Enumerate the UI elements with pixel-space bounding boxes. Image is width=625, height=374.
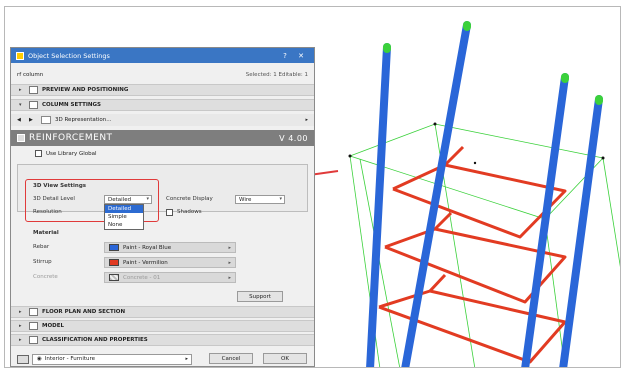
chevron-right-icon: ▸ bbox=[19, 323, 22, 329]
section-column-settings[interactable]: ▾ COLUMN SETTINGS bbox=[11, 99, 314, 111]
concrete-material-value: Concrete - 01 bbox=[123, 274, 161, 281]
eye-icon: ◉ bbox=[37, 356, 42, 362]
resolution-label: Resolution bbox=[33, 209, 62, 215]
page-selector[interactable]: 3D Representation... bbox=[55, 117, 305, 123]
chevron-right-icon: ▸ bbox=[228, 259, 231, 266]
3d-detail-level-label: 3D Detail Level bbox=[33, 196, 75, 202]
model-icon bbox=[29, 322, 38, 330]
layer-stack-icon bbox=[17, 354, 29, 364]
chevron-down-icon: ▾ bbox=[146, 196, 149, 202]
dialog-titlebar: Object Selection Settings ? ✕ bbox=[11, 48, 314, 63]
chevron-right-icon: ▸ bbox=[185, 356, 188, 362]
rebar-swatch bbox=[109, 244, 119, 251]
selected-status: Selected: 1 Editable: 1 bbox=[245, 72, 308, 78]
concrete-display-label: Concrete Display bbox=[166, 196, 213, 202]
dialog-title: Object Selection Settings bbox=[28, 51, 110, 60]
section-label: MODEL bbox=[42, 323, 64, 329]
screenshot-frame: Object Selection Settings ? ✕ rf column … bbox=[4, 6, 621, 368]
rebar-material-value: Paint - Royal Blue bbox=[123, 244, 172, 251]
3d-detail-level-dropdown[interactable]: Detailed ▾ bbox=[104, 195, 152, 204]
3d-detail-level-value: Detailed bbox=[108, 196, 132, 203]
gdl-header: REINFORCEMENT V 4.00 bbox=[11, 130, 314, 146]
use-library-global-row: Use Library Global bbox=[11, 149, 314, 158]
column-icon bbox=[29, 101, 38, 109]
concrete-swatch bbox=[109, 274, 119, 281]
floor-plan-icon bbox=[29, 308, 38, 316]
section-classification-properties[interactable]: ▸ CLASSIFICATION AND PROPERTIES bbox=[11, 334, 314, 346]
section-label: PREVIEW AND POSITIONING bbox=[42, 87, 129, 93]
layer-value: Interior - Furniture bbox=[44, 356, 96, 362]
section-model[interactable]: ▸ MODEL bbox=[11, 320, 314, 332]
section-floor-plan-section[interactable]: ▸ FLOOR PLAN AND SECTION bbox=[11, 306, 314, 318]
chevron-right-icon: ▸ bbox=[19, 87, 22, 93]
concrete-display-value: Wire bbox=[239, 196, 252, 203]
concrete-material-button[interactable]: Concrete - 01 ▸ bbox=[104, 272, 236, 283]
help-button[interactable]: ? bbox=[277, 52, 293, 60]
material-header: Material bbox=[33, 230, 59, 236]
support-button[interactable]: Support bbox=[237, 291, 283, 302]
option-none[interactable]: None bbox=[105, 221, 143, 229]
stirrup-material-value: Paint - Vermilion bbox=[123, 259, 168, 266]
use-library-global-label: Use Library Global bbox=[46, 150, 97, 157]
shadows-checkbox[interactable] bbox=[166, 209, 173, 216]
gdl-version: V 4.00 bbox=[279, 133, 308, 143]
rebar-material-button[interactable]: Paint - Royal Blue ▸ bbox=[104, 242, 236, 253]
concrete-display-dropdown[interactable]: Wire ▾ bbox=[235, 195, 285, 204]
section-preview-positioning[interactable]: ▸ PREVIEW AND POSITIONING bbox=[11, 84, 314, 96]
option-detailed[interactable]: Detailed bbox=[105, 205, 143, 213]
section-label: FLOOR PLAN AND SECTION bbox=[42, 309, 126, 315]
object-selection-settings-dialog: Object Selection Settings ? ✕ rf column … bbox=[10, 47, 315, 367]
chevron-right-icon: ▸ bbox=[228, 274, 231, 281]
chevron-right-icon: ▸ bbox=[19, 337, 22, 343]
use-library-global-checkbox[interactable] bbox=[35, 150, 42, 157]
object-info-row: rf column Selected: 1 Editable: 1 bbox=[11, 70, 314, 80]
gdl-page-nav: ◀ ▶ 3D Representation... ▸ bbox=[11, 114, 314, 126]
option-simple[interactable]: Simple bbox=[105, 213, 143, 221]
layer-selector[interactable]: ◉ Interior - Furniture ▸ bbox=[32, 353, 192, 365]
gdl-title: REINFORCEMENT bbox=[29, 133, 113, 143]
page-menu-arrow[interactable]: ▸ bbox=[305, 117, 308, 123]
archicad-icon bbox=[16, 51, 24, 60]
stirrup-material-button[interactable]: Paint - Vermilion ▸ bbox=[104, 257, 236, 268]
chevron-down-icon: ▾ bbox=[279, 196, 282, 202]
stirrup-label: Stirrup bbox=[33, 259, 52, 265]
3d-view-settings-header: 3D View Settings bbox=[33, 183, 87, 189]
cancel-button[interactable]: Cancel bbox=[209, 353, 253, 364]
preview-icon bbox=[29, 86, 38, 94]
classification-icon bbox=[29, 336, 38, 344]
ok-button[interactable]: OK bbox=[263, 353, 307, 364]
object-name: rf column bbox=[17, 72, 44, 78]
section-label: COLUMN SETTINGS bbox=[42, 102, 101, 108]
gdl-object-icon bbox=[17, 134, 25, 142]
3d-detail-level-options: Detailed Simple None bbox=[104, 204, 144, 230]
close-button[interactable]: ✕ bbox=[293, 52, 309, 60]
chevron-down-icon: ▾ bbox=[19, 102, 22, 108]
chevron-right-icon: ▸ bbox=[228, 244, 231, 251]
chevron-right-icon: ▸ bbox=[19, 309, 22, 315]
3d-representation-icon bbox=[41, 116, 51, 124]
shadows-label: Shadows bbox=[177, 209, 202, 215]
section-label: CLASSIFICATION AND PROPERTIES bbox=[42, 337, 148, 343]
stirrup-swatch bbox=[109, 259, 119, 266]
rebar-label: Rebar bbox=[33, 244, 50, 250]
prev-page-button[interactable]: ◀ bbox=[17, 117, 29, 123]
concrete-label: Concrete bbox=[33, 274, 58, 280]
next-page-button[interactable]: ▶ bbox=[29, 117, 41, 123]
